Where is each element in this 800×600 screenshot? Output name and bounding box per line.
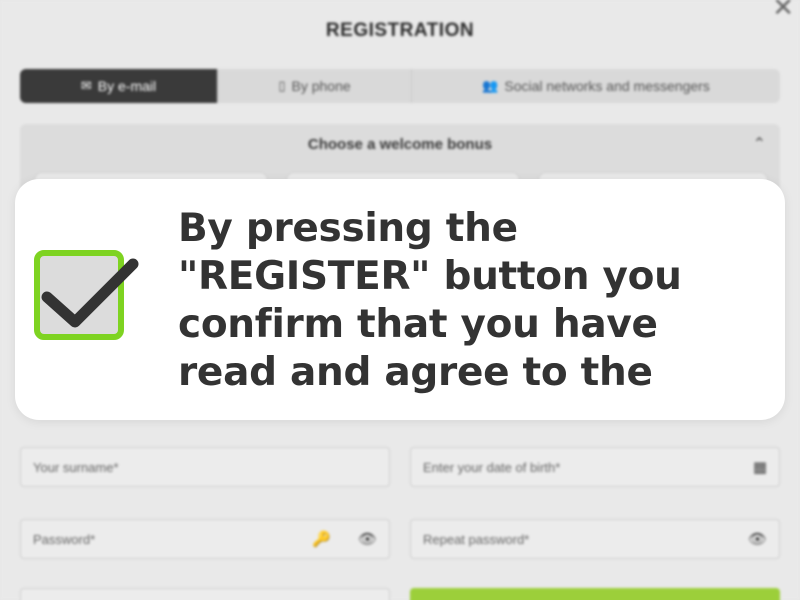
close-icon[interactable]: ✕	[772, 0, 794, 20]
phone-icon: ▯	[278, 78, 286, 93]
calendar-icon[interactable]: ▦	[753, 458, 767, 476]
key-icon[interactable]: 🔑	[312, 530, 331, 548]
bottom-field[interactable]	[20, 588, 390, 600]
bonus-title: Choose a welcome bonus	[307, 136, 493, 153]
tab-label: Social networks and messengers	[504, 78, 710, 94]
repeat-password-placeholder: Repeat password*	[423, 531, 530, 547]
repeat-password-field[interactable]: Repeat password* 👁	[410, 519, 780, 559]
dialog-title: REGISTRATION	[325, 20, 475, 41]
surname-field[interactable]: Your surname*	[20, 447, 390, 487]
register-button[interactable]	[410, 588, 780, 600]
password-placeholder: Password*	[33, 531, 96, 547]
tab-label: By e-mail	[97, 78, 157, 94]
registration-tabs: ✉ By e-mail ▯ By phone 👥 Social networks…	[20, 69, 780, 103]
tab-by-email[interactable]: ✉ By e-mail	[20, 69, 218, 103]
people-icon: 👥	[482, 78, 499, 93]
birth-date-field[interactable]: Enter your date of birth* ▦	[410, 447, 780, 487]
surname-placeholder: Your surname*	[33, 459, 119, 475]
consent-message-text: By pressing the "REGISTER" button you co…	[178, 206, 682, 395]
birth-date-placeholder: Enter your date of birth*	[423, 459, 561, 475]
checkmark-icon	[41, 258, 139, 328]
password-field[interactable]: Password* 🔑 👁	[20, 519, 390, 559]
envelope-icon: ✉	[80, 78, 92, 93]
tab-label: By phone	[291, 78, 351, 94]
chevron-up-icon[interactable]: ⌃	[753, 134, 766, 154]
eye-icon[interactable]: 👁	[748, 530, 767, 548]
tab-by-phone[interactable]: ▯ By phone	[218, 69, 412, 103]
eye-icon[interactable]: 👁	[358, 530, 377, 548]
tab-social-networks[interactable]: 👥 Social networks and messengers	[412, 69, 780, 103]
